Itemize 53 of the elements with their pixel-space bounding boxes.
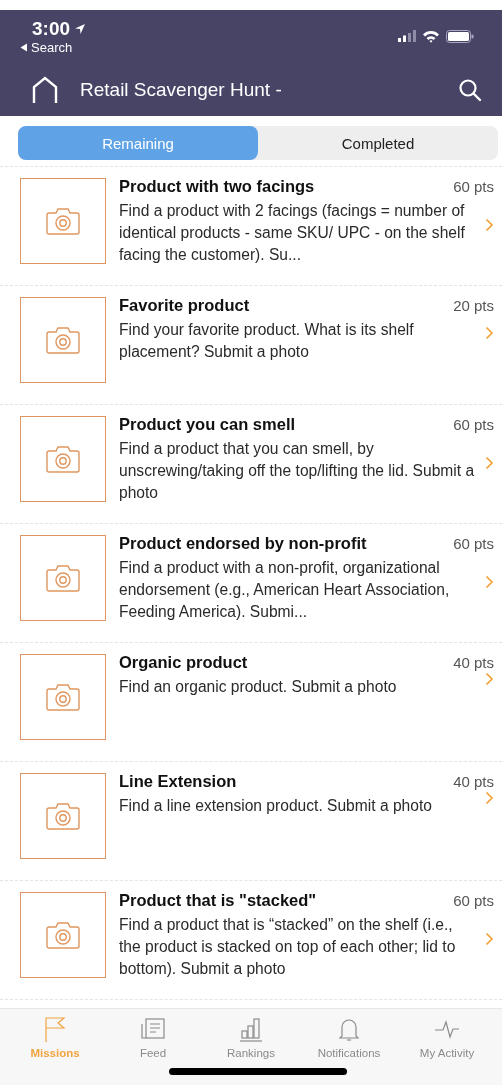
battery-icon [446,29,474,43]
home-icon[interactable] [32,76,58,104]
mission-description: Find a line extension product. Submit a photo [119,796,433,816]
mission-title: Product you can smell [119,415,296,434]
mission-title: Favorite product [119,296,250,315]
mission-description: Find a product with 2 facings (facings = number of identical products - same SKU/ UPC - on the shelf facing the customer). Su... [119,201,466,265]
segment-tab[interactable]: Completed [258,126,498,160]
camera-icon [46,683,80,711]
mission-points: 60 pts [453,416,494,433]
chevron-icon [485,791,494,805]
chevron-icon [485,672,494,686]
mission-points: 40 pts [453,773,494,790]
signal-icon [398,30,416,42]
chevron-icon [485,326,494,340]
mission-points: 60 pts [453,892,494,909]
camera-icon [46,207,80,235]
mission-points: 60 pts [453,178,494,195]
mission-description: Find an organic product. Submit a photo [119,677,398,697]
mission-points: 60 pts [453,535,494,552]
mission-title: Product endorsed by non-profit [119,534,367,553]
mission-title: Line Extension [119,772,237,791]
mission-points: 40 pts [453,654,494,671]
chevron-icon [485,932,494,946]
mission-points: 20 pts [453,297,494,314]
camera-icon [46,326,80,354]
search-icon[interactable] [458,78,482,102]
mission-description: Find a product with a non-profit, organizational endorsement (e.g., American Heart Association, Feeding America). Submi... [119,558,451,622]
mission-title: Organic product [119,653,248,672]
wifi-icon [422,29,440,43]
chevron-icon [485,456,494,470]
camera-icon [46,921,80,949]
back-triangle-icon [20,43,28,52]
screen-title: Retail Scavenger Hunt - [80,79,283,101]
mission-row[interactable]: Product endorsed by non-profit 60 pts Find a product with a non-profit, organizational endorsement (e.g., American Heart Association, Feeding America). Submi... [0,524,502,643]
mission-title: Product that is "stacked" [119,891,317,910]
location-arrow-icon [74,23,87,35]
camera-icon [46,802,80,830]
mission-row[interactable]: Organic product 40 pts Find an organic product. Submit a photo [0,643,502,762]
mission-row[interactable]: Product you can smell 60 pts Find a product that you can smell, by unscrewing/taking off the top/lifting the lid. Submit a photo [0,405,502,524]
camera-icon [46,445,80,473]
mission-description: Find your favorite product. What is its shelf placement? Submit a photo [119,320,415,362]
mission-title: Product with two facings [119,177,315,196]
mission-description: Find a product that is “stacked” on the shelf (i.e., the product is stacked on top of each other; lid to bottom). Submit a photo [119,915,457,979]
back-link[interactable]: Search [20,40,87,55]
mission-row[interactable]: Product that is "stacked" 60 pts Find a product that is “stacked” on the shelf (i.e., the product is stacked on top of each other; lid to bottom). Submit a photo [0,881,502,1000]
status-time: 3:00 [32,18,71,40]
chevron-icon [485,575,494,589]
mission-row[interactable]: Product with two facings 60 pts Find a product with 2 facings (facings = number of identical products - same SKU/ UPC - on the shelf facing the customer). Su... [0,166,502,286]
chevron-icon [485,218,494,232]
camera-icon [46,564,80,592]
mission-row[interactable]: Line Extension 40 pts Find a line extension product. Submit a photo [0,762,502,881]
mission-description: Find a product that you can smell, by unscrewing/taking off the top/lifting the lid. Submit a photo [119,439,476,503]
mission-row[interactable]: Favorite product 20 pts Find your favorite product. What is its shelf placement? Submit a photo [0,286,502,405]
